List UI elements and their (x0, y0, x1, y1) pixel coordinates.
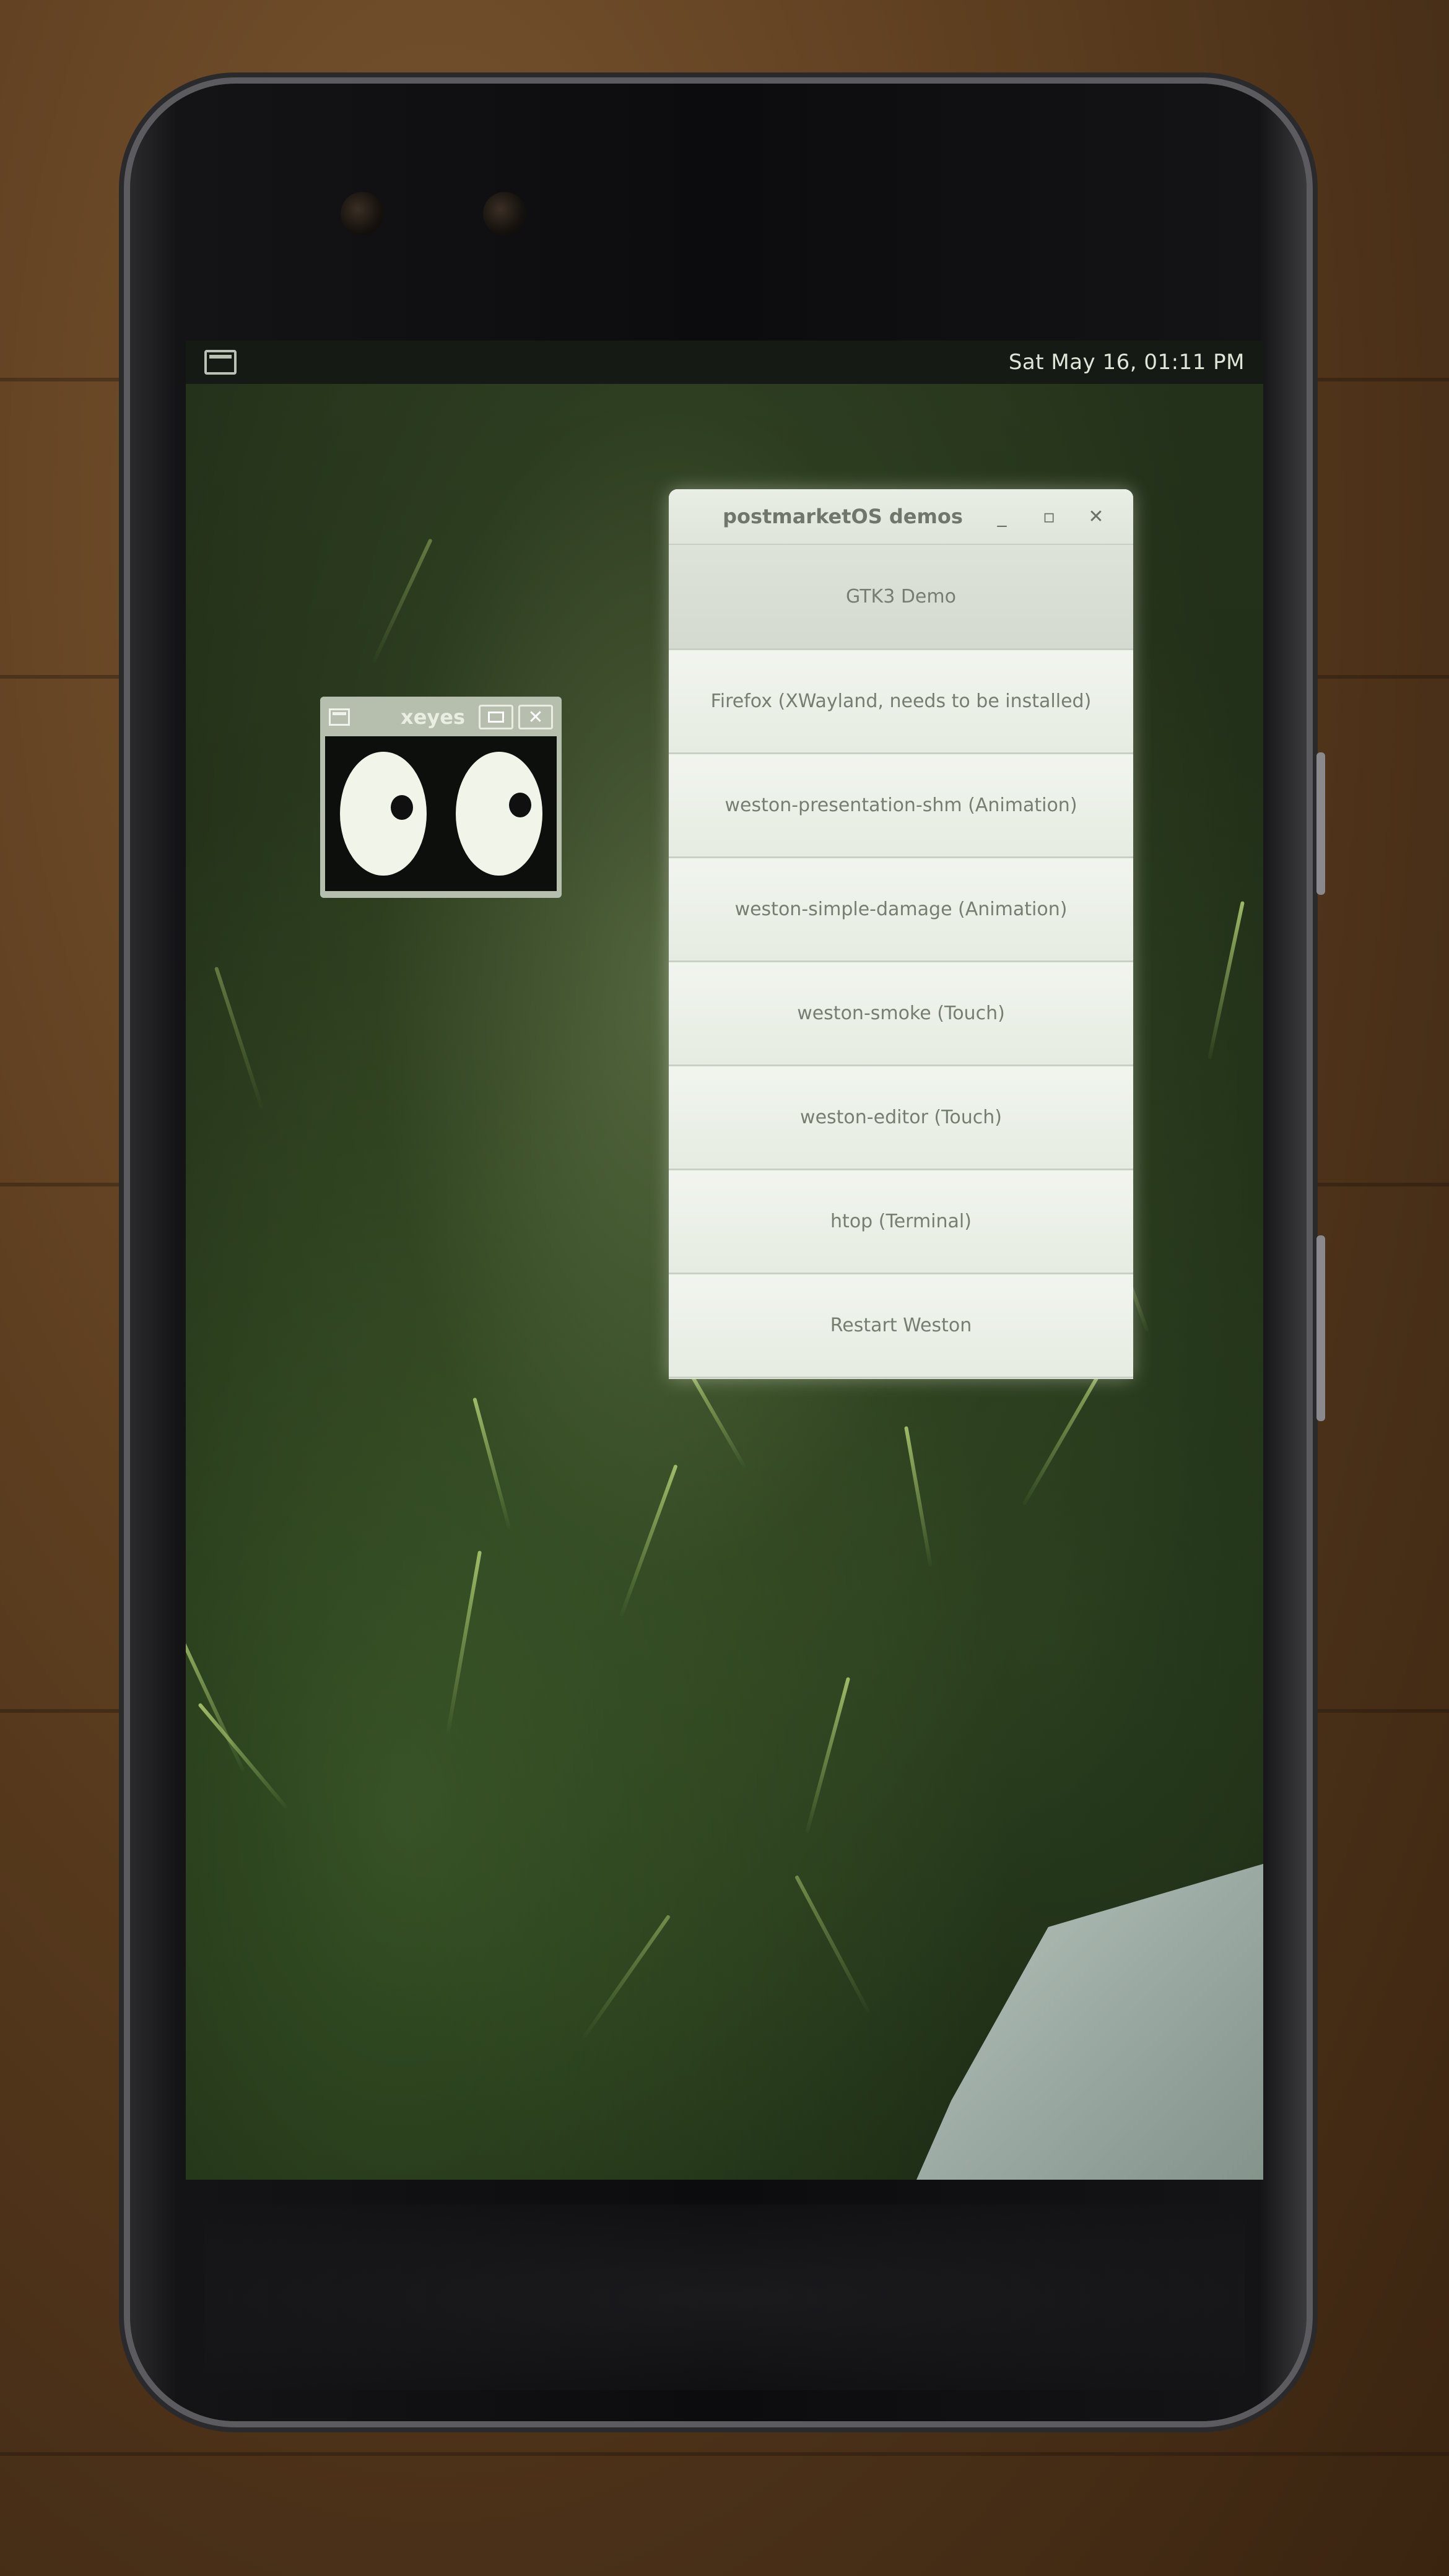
wallpaper-detail (904, 1425, 933, 1567)
xeyes-canvas (325, 736, 557, 891)
top-panel: Sat May 16, 01:11 PM (186, 341, 1263, 384)
weston-simple-damage-button[interactable]: weston-simple-damage (Animation) (669, 858, 1133, 962)
wallpaper-detail (805, 1677, 851, 1834)
xeyes-title: xeyes (401, 705, 465, 729)
front-camera (341, 192, 384, 235)
weston-editor-button[interactable]: weston-editor (Touch) (669, 1066, 1133, 1170)
screen: Sat May 16, 01:11 PM xeyes ✕ postmarketO… (186, 341, 1263, 2180)
panel-clock: Sat May 16, 01:11 PM (1008, 350, 1245, 375)
wallpaper-detail (1208, 901, 1245, 1060)
maximize-icon: ▫ (1042, 505, 1056, 528)
close-icon: ✕ (528, 706, 544, 728)
volume-button (1316, 752, 1325, 895)
restart-weston-button[interactable]: Restart Weston (669, 1274, 1133, 1378)
maximize-icon (488, 711, 504, 723)
demos-window[interactable]: postmarketOS demos _ ▫ ✕ GTK3 Demo Firef… (669, 489, 1133, 1379)
minimize-icon: _ (997, 505, 1007, 528)
table-grain (0, 2452, 1449, 2456)
demos-list: GTK3 Demo Firefox (XWayland, needs to be… (669, 545, 1133, 1378)
maximize-button[interactable] (479, 705, 513, 729)
wallpaper-detail (582, 1914, 671, 2039)
wallpaper-detail (214, 966, 264, 1109)
wallpaper-highlight (916, 1864, 1263, 2180)
window-menu-icon[interactable] (329, 708, 350, 726)
right-pupil (508, 793, 531, 817)
right-eye (455, 752, 542, 876)
demos-title: postmarketOS demos (723, 505, 963, 528)
bottom-bezel (204, 2204, 1245, 2390)
wallpaper-detail (446, 1551, 482, 1734)
launcher-icon[interactable] (204, 350, 237, 375)
xeyes-window[interactable]: xeyes ✕ (320, 697, 562, 898)
weston-smoke-button[interactable]: weston-smoke (Touch) (669, 962, 1133, 1066)
left-pupil (390, 795, 413, 820)
firefox-button[interactable]: Firefox (XWayland, needs to be installed… (669, 650, 1133, 754)
close-icon: ✕ (1088, 505, 1104, 528)
weston-presentation-shm-button[interactable]: weston-presentation-shm (Animation) (669, 754, 1133, 858)
htop-button[interactable]: htop (Terminal) (669, 1170, 1133, 1274)
minimize-button[interactable]: _ (983, 498, 1020, 535)
power-button (1316, 1235, 1325, 1421)
wallpaper-detail (794, 1874, 871, 2014)
wallpaper-detail (472, 1397, 511, 1530)
wallpaper-detail (372, 538, 433, 664)
close-button[interactable]: ✕ (1077, 498, 1115, 535)
wallpaper-detail (198, 1702, 289, 1809)
close-button[interactable]: ✕ (518, 705, 553, 729)
proximity-sensor (483, 192, 526, 235)
gtk3-demo-button[interactable]: GTK3 Demo (669, 545, 1133, 650)
wallpaper-detail (619, 1464, 678, 1617)
maximize-button[interactable]: ▫ (1030, 498, 1068, 535)
demos-titlebar[interactable]: postmarketOS demos _ ▫ ✕ (669, 489, 1133, 545)
left-eye (339, 752, 427, 876)
xeyes-titlebar[interactable]: xeyes ✕ (325, 702, 557, 733)
